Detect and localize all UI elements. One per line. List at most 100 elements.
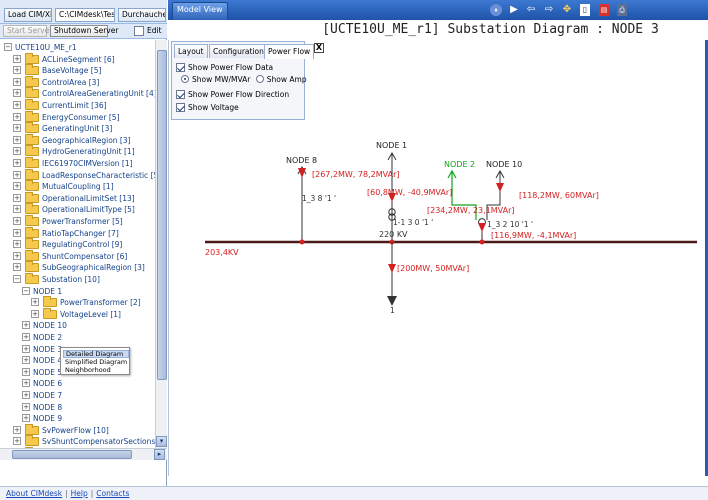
tree-node[interactable]: + VoltageLevel [1]: [31, 307, 150, 320]
expand-icon[interactable]: +: [13, 437, 21, 446]
tree-node[interactable]: + EnergyConsumer [5]: [13, 110, 150, 123]
expand-icon[interactable]: +: [22, 344, 30, 353]
tree-node[interactable]: + GeneratingUnit [3]: [13, 122, 150, 134]
help-link[interactable]: Help: [71, 489, 88, 498]
show-power-flow-direction-checkbox[interactable]: [176, 89, 185, 99]
tree-node[interactable]: + PowerTransformer [2]: [31, 296, 150, 308]
tree-node[interactable]: + ShuntCompensator [6]: [13, 249, 150, 262]
tree-node[interactable]: + IEC61970CIMVersion [1]: [13, 157, 150, 169]
expand-icon[interactable]: +: [13, 240, 21, 249]
tree-node[interactable]: + OperationalLimitSet [13]: [13, 191, 150, 204]
expand-icon[interactable]: +: [13, 217, 21, 225]
expand-icon[interactable]: +: [13, 170, 21, 179]
expand-icon[interactable]: +: [13, 147, 21, 156]
horizontal-scroll-thumb[interactable]: [12, 450, 132, 459]
expand-icon[interactable]: +: [22, 391, 30, 399]
expand-icon[interactable]: +: [31, 298, 39, 307]
expand-icon[interactable]: +: [22, 414, 30, 423]
print-icon[interactable]: ⎙: [617, 4, 627, 16]
flow-units-option[interactable]: Show MW/MVAr Show Amp: [181, 74, 307, 85]
pause-icon[interactable]: ⏸: [490, 4, 502, 16]
expand-icon[interactable]: +: [22, 379, 30, 388]
forward-icon[interactable]: ⇨: [543, 4, 555, 16]
tree-node[interactable]: + ControlArea [3]: [13, 75, 150, 88]
show-amp-radio[interactable]: [255, 75, 264, 83]
expand-icon[interactable]: +: [13, 89, 21, 98]
tree-node[interactable]: + NODE 10: [22, 320, 150, 331]
options-icon[interactable]: ✥: [561, 4, 573, 16]
tab-durchauche[interactable]: Durchauche: [118, 8, 166, 22]
tree-node[interactable]: + LoadResponseCharacteristic [5: [13, 168, 155, 181]
expand-icon[interactable]: +: [22, 321, 30, 330]
tree-node[interactable]: + HydroGeneratingUnit [1]: [13, 145, 150, 157]
show-mw-mvar-radio[interactable]: [181, 75, 189, 83]
expand-icon[interactable]: +: [31, 309, 39, 318]
tree-vertical-scrollbar[interactable]: ▾: [155, 40, 167, 448]
vertical-scroll-thumb[interactable]: [157, 50, 167, 380]
tree-node[interactable]: + NODE 7: [22, 390, 150, 401]
expand-icon[interactable]: +: [13, 135, 21, 144]
tab-power-flow[interactable]: Power Flow: [264, 44, 315, 59]
tree-node[interactable]: + PowerTransformer [5]: [13, 215, 150, 227]
expand-icon[interactable]: +: [13, 193, 21, 202]
tree-node[interactable]: + SvPowerFlow [10]: [13, 423, 150, 436]
tree-node[interactable]: + CurrentLimit [36]: [13, 99, 150, 111]
expand-icon[interactable]: +: [13, 54, 21, 63]
expand-icon[interactable]: +: [13, 263, 21, 272]
edit-checkbox[interactable]: [134, 26, 144, 36]
menu-detailed-diagram[interactable]: Detailed Diagram: [63, 350, 129, 358]
collapse-icon[interactable]: −: [22, 286, 30, 295]
tree-node[interactable]: + BaseVoltage [5]: [13, 64, 150, 76]
tree-node[interactable]: + RegulatingControl [9]: [13, 238, 150, 250]
expand-icon[interactable]: +: [13, 77, 21, 86]
show-power-flow-data-checkbox[interactable]: [176, 62, 185, 72]
tree-node[interactable]: + NODE 2: [22, 332, 150, 343]
tree-node[interactable]: − UCTE10U_ME_r1: [4, 42, 150, 53]
play-icon[interactable]: ▶: [508, 4, 520, 16]
expand-icon[interactable]: +: [13, 182, 21, 191]
scroll-right-icon[interactable]: ▸: [154, 449, 165, 460]
close-icon[interactable]: X: [314, 43, 324, 53]
show-power-flow-direction-option[interactable]: Show Power Flow Direction: [176, 89, 289, 100]
tree-node[interactable]: + NODE 8: [22, 402, 150, 413]
show-voltage-checkbox[interactable]: [176, 102, 185, 112]
expand-icon[interactable]: +: [13, 101, 21, 109]
tree-node[interactable]: + OperationalLimitType [5]: [13, 203, 150, 215]
shutdown-server-button[interactable]: Shutdown Server: [50, 25, 118, 37]
tree-node[interactable]: + MutualCoupling [1]: [13, 180, 150, 192]
tree-node[interactable]: − NODE 1: [22, 286, 150, 297]
collapse-icon[interactable]: −: [13, 275, 21, 283]
expand-icon[interactable]: +: [22, 356, 30, 365]
scroll-down-icon[interactable]: ▾: [156, 436, 167, 447]
contacts-link[interactable]: Contacts: [96, 489, 129, 498]
tree-node[interactable]: + ControlAreaGeneratingUnit [4]: [13, 87, 155, 99]
back-icon[interactable]: ⇦: [525, 4, 537, 16]
tab-configuration[interactable]: Configuration: [209, 44, 268, 58]
tree-node[interactable]: − Substation [10]: [13, 273, 150, 285]
about-link[interactable]: About CIMdesk: [6, 489, 62, 498]
menu-neighborhood[interactable]: Neighborhood: [63, 366, 129, 374]
tab-load-cim-xml[interactable]: Load CIM/XML: [4, 8, 52, 22]
expand-icon[interactable]: +: [13, 159, 21, 167]
tab-model-view[interactable]: Model View: [172, 2, 228, 20]
tree-node[interactable]: + SubGeographicalRegion [3]: [13, 261, 150, 273]
expand-icon[interactable]: +: [22, 333, 30, 341]
start-server-button[interactable]: Start Server: [3, 25, 52, 37]
tree-node[interactable]: + SvShuntCompensatorSections: [13, 435, 155, 447]
menu-simplified-diagram[interactable]: Simplified Diagram: [63, 358, 129, 366]
document-icon[interactable]: ▯: [580, 4, 590, 16]
collapse-icon[interactable]: −: [4, 43, 12, 51]
expand-icon[interactable]: +: [13, 425, 21, 434]
expand-icon[interactable]: +: [13, 112, 21, 121]
tree-horizontal-scrollbar[interactable]: ▸: [0, 448, 167, 460]
tree-node[interactable]: + NODE 9: [22, 413, 150, 424]
show-power-flow-data-option[interactable]: Show Power Flow Data: [176, 62, 273, 73]
tree-node[interactable]: + ACLineSegment [6]: [13, 52, 150, 65]
expand-icon[interactable]: +: [13, 205, 21, 214]
tree-node[interactable]: + NODE 6: [22, 378, 150, 389]
tab-layout[interactable]: Layout: [174, 44, 208, 58]
expand-icon[interactable]: +: [22, 402, 30, 411]
expand-icon[interactable]: +: [13, 251, 21, 260]
tree-node[interactable]: + RatioTapChanger [7]: [13, 226, 150, 239]
expand-icon[interactable]: +: [13, 124, 21, 133]
